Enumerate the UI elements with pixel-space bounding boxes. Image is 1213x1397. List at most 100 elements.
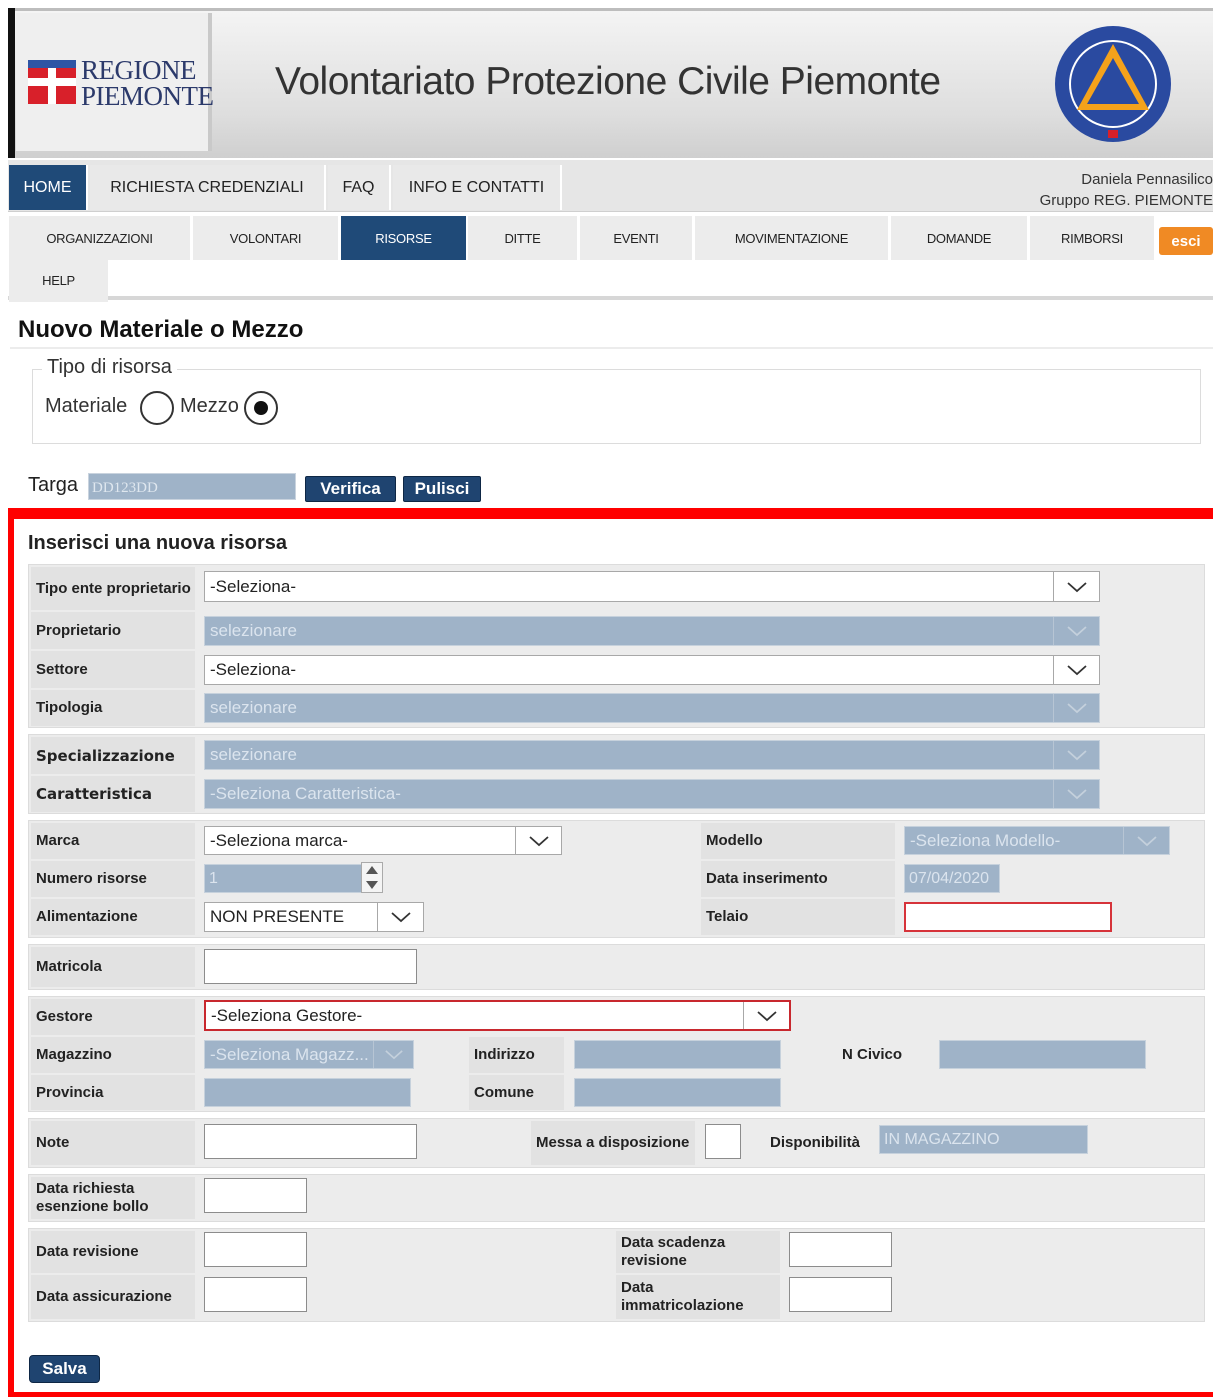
tab-help[interactable]: HELP [9, 258, 108, 302]
chevron-down-icon [1053, 780, 1099, 808]
telaio-input[interactable] [904, 902, 1112, 932]
indirizzo-input[interactable] [574, 1040, 781, 1069]
caratteristica-value: -Seleziona Caratteristica- [210, 784, 401, 803]
tab-movimentazione[interactable]: MOVIMENTAZIONE [695, 216, 888, 260]
proprietario-select[interactable]: selezionare [204, 616, 1100, 646]
radio-selected-dot [254, 401, 268, 415]
tipologia-value: selezionare [210, 698, 297, 717]
matricola-input[interactable] [204, 949, 417, 984]
resource-type-legend: Tipo di risorsa [42, 356, 177, 379]
n-civico-input[interactable] [939, 1040, 1146, 1069]
alimentazione-label: Alimentazione [31, 899, 195, 935]
logout-button[interactable]: esci [1159, 227, 1213, 255]
messa-disposizione-checkbox[interactable] [705, 1124, 741, 1159]
chevron-down-icon [1053, 694, 1099, 722]
note-label: Note [31, 1121, 195, 1165]
alimentazione-select[interactable]: NON PRESENTE [204, 902, 424, 932]
disponibilita-input[interactable]: IN MAGAZZINO [879, 1125, 1088, 1154]
chevron-down-icon [1053, 656, 1099, 684]
chevron-down-icon [743, 1002, 789, 1029]
modello-label: Modello [701, 823, 895, 859]
user-name: Daniela Pennasilico [1081, 171, 1213, 188]
provincia-label: Provincia [31, 1075, 195, 1110]
provincia-input[interactable] [204, 1078, 411, 1107]
tab-volontari[interactable]: VOLONTARI [193, 216, 338, 260]
alimentazione-value: NON PRESENTE [210, 907, 345, 926]
data-immatricolazione-input[interactable] [789, 1277, 892, 1312]
nav-faq[interactable]: FAQ [328, 165, 391, 210]
indirizzo-label: Indirizzo [469, 1037, 564, 1073]
tipologia-label: Tipologia [31, 690, 195, 726]
nav-richiesta-credenziali[interactable]: RICHIESTA CREDENZIALI [90, 165, 326, 210]
proprietario-value: selezionare [210, 621, 297, 640]
settore-select[interactable]: -Seleziona- [204, 655, 1100, 685]
site-title: Volontariato Protezione Civile Piemonte [275, 60, 941, 103]
magazzino-label: Magazzino [31, 1037, 195, 1073]
chevron-down-icon [1123, 827, 1169, 854]
data-inserimento-input[interactable]: 07/04/2020 [904, 864, 1000, 893]
comune-input[interactable] [574, 1078, 781, 1107]
numero-risorse-label: Numero risorse [31, 861, 195, 897]
highlight-frame-left [8, 508, 14, 1397]
targa-label: Targa [28, 474, 79, 496]
protezione-civile-emblem-icon [1055, 26, 1171, 142]
data-esenzione-bollo-input[interactable] [204, 1178, 307, 1213]
n-civico-label: N Civico [842, 1046, 903, 1063]
form-title: Inserisci una nuova risorsa [28, 532, 287, 554]
specializzazione-select[interactable]: selezionare [204, 740, 1100, 770]
logo-line1: REGIONE [81, 55, 196, 85]
specializzazione-value: selezionare [210, 745, 297, 764]
radio-mezzo-label: Mezzo [180, 395, 239, 417]
radio-mezzo[interactable] [244, 391, 278, 425]
nav-info-contatti[interactable]: INFO E CONTATTI [393, 165, 562, 210]
data-immatricolazione-label: Data immatricolazione [616, 1275, 780, 1319]
tab-risorse[interactable]: RISORSE [341, 216, 466, 260]
tab-ditte[interactable]: DITTE [468, 216, 577, 260]
gestore-value: -Seleziona Gestore- [211, 1005, 363, 1025]
nav-home[interactable]: HOME [9, 165, 88, 210]
chevron-down-icon [515, 827, 561, 854]
tab-eventi[interactable]: EVENTI [580, 216, 692, 260]
settore-value: -Seleziona- [210, 660, 296, 679]
proprietario-label: Proprietario [31, 612, 195, 649]
tipo-ente-value: -Seleziona- [210, 576, 296, 596]
messa-disposizione-label: Messa a disposizione [531, 1121, 695, 1165]
specializzazione-label: Specializzazione [31, 737, 195, 774]
save-button[interactable]: Salva [29, 1355, 100, 1383]
modello-select[interactable]: -Seleziona Modello- [904, 826, 1170, 855]
logo-line2: PIEMONTE [81, 81, 214, 111]
data-esenzione-bollo-label: Data richiesta esenzione bollo [31, 1177, 195, 1219]
highlight-frame-top [8, 508, 1213, 519]
magazzino-value: -Seleziona Magazz... [210, 1044, 369, 1064]
marca-value: -Seleziona marca- [210, 830, 348, 850]
modello-value: -Seleziona Modello- [910, 830, 1061, 850]
chevron-down-icon [377, 903, 423, 931]
tab-organizzazioni[interactable]: ORGANIZZAZIONI [9, 216, 190, 260]
radio-materiale[interactable] [140, 391, 174, 425]
data-scadenza-revisione-input[interactable] [789, 1232, 892, 1267]
magazzino-select[interactable]: -Seleziona Magazz... [204, 1040, 414, 1069]
tab-domande[interactable]: DOMANDE [891, 216, 1027, 260]
verify-button[interactable]: Verifica [305, 476, 396, 502]
caratteristica-select[interactable]: -Seleziona Caratteristica- [204, 779, 1100, 809]
tipologia-select[interactable]: selezionare [204, 693, 1100, 723]
radio-materiale-label: Materiale [45, 395, 128, 417]
gestore-select[interactable]: -Seleziona Gestore- [204, 1000, 791, 1031]
data-inserimento-label: Data inserimento [701, 861, 895, 897]
tab-rimborsi[interactable]: RIMBORSI [1030, 216, 1154, 260]
targa-input[interactable]: DD123DD [88, 473, 296, 500]
data-assicurazione-input[interactable] [204, 1277, 307, 1312]
tipo-ente-select[interactable]: -Seleziona- [204, 571, 1100, 602]
numero-risorse-input[interactable]: 1 [204, 864, 362, 893]
chevron-down-icon [1053, 572, 1099, 601]
spinner-arrows-icon[interactable] [361, 862, 383, 893]
matricola-label: Matricola [31, 947, 195, 987]
gestore-label: Gestore [31, 999, 195, 1035]
data-revisione-input[interactable] [204, 1232, 307, 1267]
title-divider [10, 347, 1213, 349]
chevron-down-icon [1053, 617, 1099, 645]
highlight-frame-bottom [8, 1392, 1213, 1397]
marca-select[interactable]: -Seleziona marca- [204, 826, 562, 855]
clear-button[interactable]: Pulisci [403, 476, 481, 502]
note-input[interactable] [204, 1124, 417, 1159]
